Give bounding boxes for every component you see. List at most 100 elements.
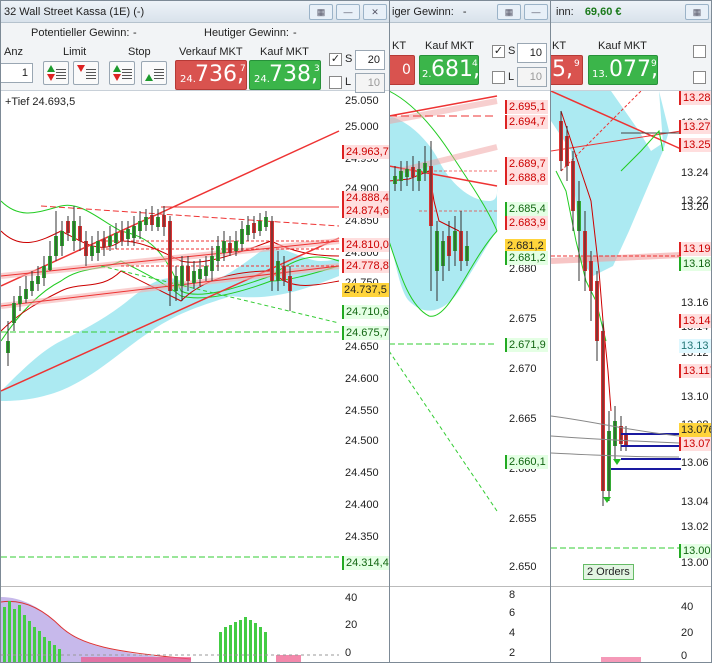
s-checkbox[interactable] — [693, 45, 706, 58]
sell-market-button[interactable]: 24. 736, 7 — [175, 60, 247, 90]
indicator-axis-label: 40 — [345, 592, 358, 604]
price-chart[interactable]: 13.2813.2613.2413.2213.2013.1813.1613.14… — [551, 90, 711, 586]
y-axis-label: 24.400 — [345, 499, 379, 511]
price-tag: 13.13 — [679, 339, 711, 353]
price-tag: 2.660,1 — [505, 455, 548, 469]
today-profit-value: - — [293, 27, 297, 39]
indicator-axis-label: 2 — [509, 647, 516, 659]
price-tag: 13.270 — [679, 120, 711, 134]
price-tag: 13.149 — [679, 314, 711, 328]
sell-button[interactable]: 5, 9 — [551, 55, 583, 85]
y-axis-label: 2.665 — [509, 413, 537, 425]
s-checkbox[interactable]: ✓ — [329, 53, 342, 66]
price-tag: 13.076 — [679, 437, 711, 451]
l-checkbox[interactable] — [693, 71, 706, 84]
l-quantity-input[interactable]: 10 — [355, 73, 385, 93]
limit-label: Limit — [63, 46, 87, 58]
l-checkbox[interactable] — [492, 71, 505, 84]
calculator-icon[interactable]: ▦ — [685, 4, 709, 20]
l-checkbox[interactable] — [329, 76, 342, 89]
y-axis-label: 24.600 — [345, 373, 379, 385]
y-axis-label: 13.00 — [681, 557, 709, 569]
title-label: inn: — [556, 6, 574, 18]
price-tag: 2.695,1 — [505, 100, 548, 114]
price-tag: 24.710,6 — [342, 305, 389, 319]
y-axis-label: 25.000 — [345, 121, 379, 133]
y-axis-label: 13.04 — [681, 496, 709, 508]
y-axis-label: 13.10 — [681, 391, 709, 403]
indicator-axis-label: 20 — [681, 627, 694, 639]
y-axis-label: 13.16 — [681, 297, 709, 309]
y-axis-label: 13.06 — [681, 457, 709, 469]
buy-market-button[interactable]: 24. 738, 3 — [249, 60, 321, 90]
calculator-icon[interactable]: ▦ — [497, 4, 521, 20]
indicator-axis-label: 4 — [509, 627, 516, 639]
price-tag: 24.874,6 — [342, 204, 389, 218]
indicator-axis-label: 40 — [681, 601, 694, 613]
y-axis-label: 2.655 — [509, 513, 537, 525]
titlebar[interactable]: iger Gewinn: - ▦ — — [389, 1, 550, 23]
price-tag: 13.117 — [679, 364, 711, 378]
price-tag: 2.685,4 — [505, 202, 548, 216]
order-bar: Potentieller Gewinn: - Heutiger Gewinn: … — [1, 23, 389, 93]
indicator-svg — [1, 597, 339, 662]
sell-label: KT — [552, 40, 567, 52]
y-axis-label: 24.450 — [345, 467, 379, 479]
amount-input[interactable]: 1 — [1, 63, 33, 83]
buy-button[interactable]: 13. 077, 9 — [588, 55, 658, 85]
window-menu-icon[interactable]: — — [524, 4, 548, 20]
s-label: S — [345, 53, 353, 65]
price-tag: 24.888,4 — [342, 191, 389, 205]
price-tag: 2.671,9 — [505, 338, 548, 352]
buy-label: Kauf MKT — [598, 40, 647, 52]
buy-button[interactable]: 2. 681, 4 — [419, 55, 479, 85]
y-axis-label: 24.650 — [345, 341, 379, 353]
price-tag: 24.314,4 — [342, 556, 389, 570]
price-tag: 13.006 — [679, 544, 711, 558]
s-quantity-input[interactable]: 10 — [517, 43, 547, 63]
price-tag: 2.689,7 — [505, 157, 548, 171]
y-axis-label: 2.670 — [509, 363, 537, 375]
price-tag: 2.681,2 — [505, 251, 548, 265]
s-label: S — [508, 45, 516, 57]
today-profit-value: 69,60 € — [584, 6, 622, 18]
s-quantity-input[interactable]: 20 — [355, 50, 385, 70]
limit-sell-button[interactable] — [73, 61, 99, 85]
today-profit-value: - — [462, 6, 467, 18]
stop-label: Stop — [128, 46, 151, 58]
stop-buy-button[interactable] — [109, 61, 135, 85]
low-note: +Tief 24.693,5 — [5, 96, 76, 108]
y-axis-label: 2.675 — [509, 313, 537, 325]
sell-button[interactable]: 0 — [389, 55, 415, 85]
order-bar: KT Kauf MKT 5, 9 13. 077, 9 — [551, 23, 711, 91]
buy-label: Kauf MKT — [425, 40, 474, 52]
price-tag: 13.076 — [679, 423, 711, 437]
indicator-axis-label: 6 — [509, 607, 516, 619]
indicator-axis-label: 0 — [681, 650, 688, 662]
chart-window-2: iger Gewinn: - ▦ — KT Kauf MKT 0 2. 681,… — [388, 0, 551, 663]
price-chart[interactable]: +Tief 24.693,5 25.050 25.000 24.950 24.900 2… — [1, 91, 389, 586]
price-tag: 13.187 — [679, 257, 711, 271]
y-axis-label: 24.550 — [345, 405, 379, 417]
buy-market-label: Kauf MKT — [260, 46, 309, 58]
price-tag: 2.694,7 — [505, 115, 548, 129]
chart-window-1: 32 Wall Street Kassa (1E) (-) ▦ — ✕ Pote… — [0, 0, 390, 663]
orders-badge[interactable]: 2 Orders — [583, 564, 634, 580]
price-tag: 24.675,7 — [342, 326, 389, 340]
potential-profit-label: Potentieller Gewinn: — [31, 27, 130, 39]
price-chart[interactable]: 2.6902.6852.6802.6752.6702.6652.6602.655… — [389, 90, 550, 586]
price-tag: 2.688,8 — [505, 171, 548, 185]
order-bar: KT Kauf MKT 0 2. 681, 4 ✓ S 10 L 10 — [389, 23, 550, 91]
titlebar[interactable]: inn: 69,60 € ▦ — [551, 1, 711, 23]
price-tag: 2.683,9 — [505, 216, 548, 230]
close-icon[interactable]: ✕ — [363, 4, 387, 20]
stop-sell-button[interactable] — [141, 61, 167, 85]
limit-buy-button[interactable] — [43, 61, 69, 85]
titlebar[interactable]: 32 Wall Street Kassa (1E) (-) ▦ — ✕ — [1, 1, 389, 23]
price-tag: 13.289 — [679, 91, 711, 105]
s-checkbox[interactable]: ✓ — [492, 45, 505, 58]
indicator-panel: 40 20 0 — [551, 586, 711, 662]
calculator-icon[interactable]: ▦ — [309, 4, 333, 20]
window-menu-icon[interactable]: — — [336, 4, 360, 20]
l-quantity-input[interactable]: 10 — [517, 67, 547, 87]
